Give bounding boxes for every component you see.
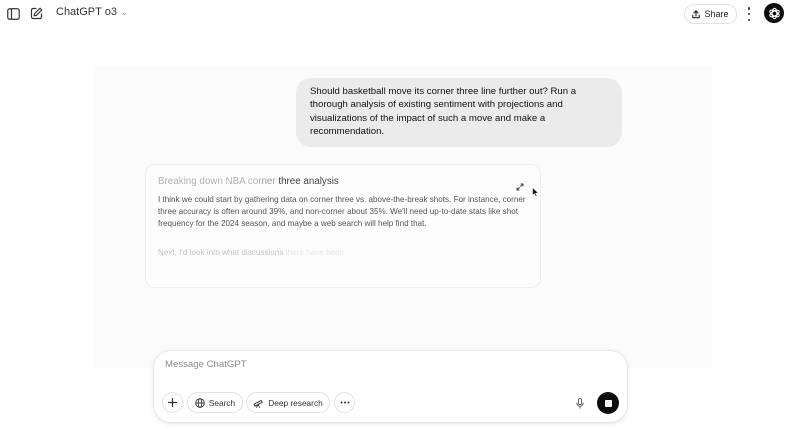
more-horizontal-icon — [340, 401, 349, 404]
tools-button[interactable] — [334, 392, 355, 413]
model-name: ChatGPT o3 — [56, 6, 117, 18]
reasoning-title-faded: Breaking down NBA cor — [158, 176, 262, 187]
deep-research-label: Deep research — [268, 397, 323, 408]
message-composer: Search Deep research — [154, 351, 627, 422]
plus-icon — [168, 398, 177, 407]
message-input[interactable] — [165, 359, 605, 370]
deep-research-button[interactable]: Deep research — [246, 392, 330, 413]
openai-logo-icon[interactable] — [764, 3, 784, 23]
search-label: Search — [208, 397, 236, 408]
share-upload-icon — [692, 9, 701, 18]
stop-button[interactable] — [597, 392, 619, 414]
top-bar: ChatGPT o3 ⌄ Share — [0, 0, 785, 28]
add-button[interactable] — [162, 392, 183, 413]
share-label: Share — [704, 9, 729, 19]
reasoning-title-lit: three analysis — [278, 176, 339, 187]
user-message: Should basketball move its corner three … — [296, 78, 622, 147]
user-message-text: Should basketball move its corner three … — [310, 86, 577, 137]
search-button[interactable]: Search — [187, 392, 243, 413]
telescope-icon — [253, 399, 263, 408]
sidebar-toggle-icon[interactable] — [6, 7, 20, 21]
globe-icon — [195, 397, 205, 408]
model-switcher[interactable]: ChatGPT o3 ⌄ — [56, 6, 128, 18]
more-vertical-icon[interactable] — [745, 7, 753, 21]
microphone-icon[interactable] — [572, 395, 588, 411]
reasoning-title: Breaking down NBA corner three analysis — [158, 176, 339, 187]
reasoning-body: I think we could start by gathering data… — [158, 195, 526, 229]
reasoning-title-dim: ner — [261, 176, 279, 187]
stop-icon — [604, 399, 612, 407]
reasoning-panel[interactable]: Breaking down NBA corner three analysis … — [145, 164, 541, 288]
compose-icon[interactable] — [29, 6, 43, 20]
share-button[interactable]: Share — [684, 4, 737, 24]
chevron-down-icon: ⌄ — [120, 7, 128, 17]
mouse-cursor-icon — [532, 184, 540, 202]
reasoning-next-faded: there have been — [285, 248, 345, 257]
reasoning-next-visible: Next, I'd look into what discussions — [158, 248, 286, 257]
reasoning-next-step: Next, I'd look into what discussions the… — [158, 248, 344, 257]
